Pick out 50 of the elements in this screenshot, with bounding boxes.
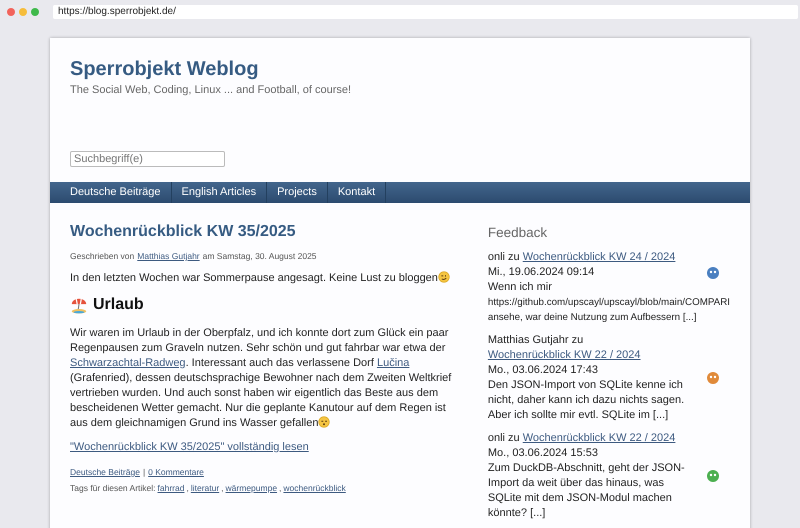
- tag-link[interactable]: wochenrückblick: [283, 483, 346, 493]
- nav-link[interactable]: Kontakt: [328, 182, 386, 203]
- comment-excerpt: Zum DuckDB-Abschnitt, geht der JSON-Import da weit über das hinaus, was SQLite mit dem JSON-Modul machen könnte? [...]: [488, 461, 686, 521]
- comment-author: Matthias Gutjahr zu: [488, 334, 584, 346]
- comment-excerpt: Wenn ich mir: [488, 280, 553, 295]
- byline-text: Geschrieben von: [70, 251, 134, 261]
- nav-link[interactable]: English Articles: [172, 182, 268, 203]
- search-field[interactable]: Suchbegriff(e): [70, 151, 225, 167]
- read-more-link[interactable]: "Wochenrückblick KW 35/2025" vollständig lesen: [70, 441, 309, 453]
- tags-label: Tags für diesen Artikel:: [70, 483, 156, 493]
- tag-link[interactable]: literatur: [190, 483, 220, 493]
- comment-excerpt: https://github.com/upscayl/upscayl/blob/main/COMPARI: [488, 296, 730, 310]
- minimize-dot-icon[interactable]: [19, 8, 27, 16]
- body-paragraph: Wir waren im Urlaub in der Oberpfalz, und ich konnte dort zum Glück ein paar Regenpausen zum Graveln nutzen. Sehr schön und gut fahrbar war etwa der Schwarzachtal-Radweg. Interessant auch das verlassene Dorf Lučina (Grafenried), dessen deutschsprachige Bewohner nach dem Zweiten Weltkrief vertrieben wurden. Und auch sonst haben wir eigentlich das Beste aus dem bescheidenen Wetter gemacht. Nur die geplante Kanutour auf dem Regen ist aus dem gleichnamigen Grund ins Wasser gefallen: [70, 326, 452, 431]
- category-link[interactable]: Deutsche Beiträge: [70, 467, 140, 477]
- site-title[interactable]: Sperrobjekt Weblog: [70, 58, 730, 81]
- intro-text: In den letzten Wochen war Sommerpause angesagt. Keine Lust zu bloggen: [70, 272, 438, 284]
- nav-link[interactable]: Projects: [267, 182, 328, 203]
- comment-author: onli zu: [488, 432, 520, 444]
- comma-text: ,: [186, 483, 189, 493]
- tag-link[interactable]: fahrrad: [158, 483, 184, 493]
- nav-link[interactable]: Deutsche Beiträge: [60, 182, 172, 203]
- separator-text: |: [142, 467, 146, 477]
- comment-excerpt: ansehe, war deine Nutzung zum Aufbessern [...]: [488, 311, 696, 325]
- post-link[interactable]: Wochenrückblick KW 24 / 2024: [522, 250, 676, 265]
- inline-link[interactable]: Schwarzachtal-Radweg: [70, 357, 186, 369]
- address-bar[interactable]: https://blog.sperrobjekt.de/: [53, 5, 798, 19]
- comma-text: ,: [279, 483, 282, 493]
- tag-link[interactable]: wärmepumpe: [226, 483, 278, 493]
- comments-link[interactable]: 0 Kommentare: [148, 467, 204, 477]
- comma-text: ,: [221, 483, 224, 493]
- comment-author: onli zu: [488, 251, 520, 263]
- date-text: am Samstag, 30. August 2025: [202, 251, 317, 261]
- maximize-dot-icon[interactable]: [31, 8, 39, 16]
- wink-face-icon: [438, 271, 450, 283]
- comment-date: Mo., 03.06.2024 15:53: [488, 446, 599, 461]
- comment-date: Mi., 19.06.2024 09:14: [488, 265, 596, 280]
- section-heading: Urlaub: [93, 296, 144, 314]
- comment-date: Mo., 03.06.2024 17:43: [488, 363, 599, 378]
- post-title[interactable]: Wochenrückblick KW 35/2025: [70, 223, 463, 241]
- post-link[interactable]: Wochenrückblick KW 22 / 2024: [522, 431, 676, 446]
- site-tagline: The Social Web, Coding, Linux ... and Football, of course!: [70, 84, 352, 96]
- post-link[interactable]: Wochenrückblick KW 22 / 2024: [488, 348, 641, 363]
- beach-umbrella-icon: [70, 296, 88, 314]
- sidebar-heading: Feedback: [488, 225, 548, 240]
- close-dot-icon[interactable]: [7, 8, 15, 16]
- comment-excerpt: Den JSON-Import von SQLite kenne ich nicht, daher kann ich dazu nichts sagen. Aber ich sollte mir evtl. SQLite im [...]: [488, 378, 686, 423]
- sleepy-face-icon: [318, 416, 330, 428]
- inline-link[interactable]: Lučina: [376, 357, 410, 369]
- author-link[interactable]: Matthias Gutjahr: [137, 251, 200, 261]
